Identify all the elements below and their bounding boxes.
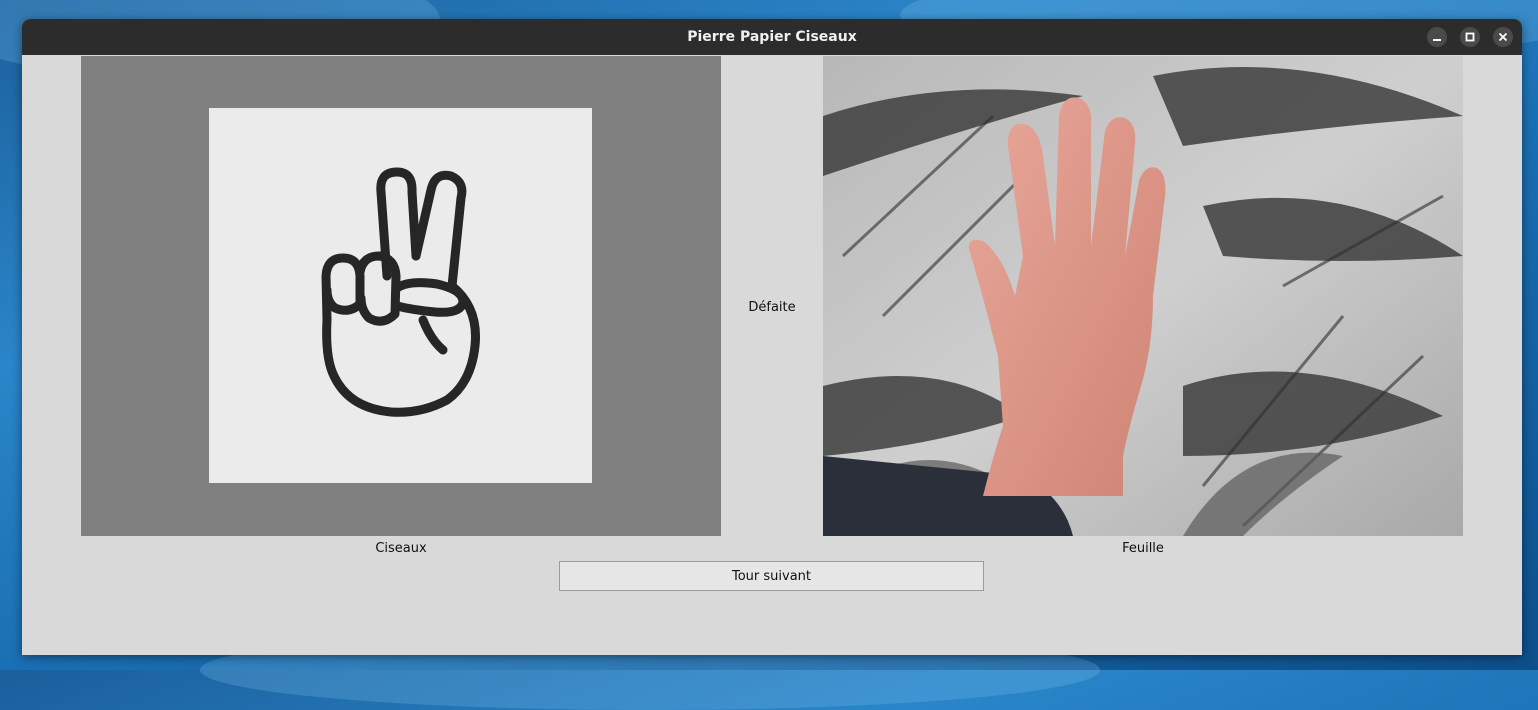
player-choice-label: Feuille [1122,541,1164,556]
close-button[interactable] [1493,27,1513,47]
minimize-button[interactable] [1427,27,1447,47]
next-round-button[interactable]: Tour suivant [559,561,984,591]
maximize-icon [1465,32,1475,42]
computer-choice-panel [81,56,721,536]
minimize-icon [1433,39,1441,41]
app-window: Pierre Papier Ciseaux Ciseaux Défaite Fe… [22,19,1522,655]
close-icon [1498,32,1508,42]
player-webcam-image [823,56,1463,536]
result-label: Défaite [748,300,796,315]
webcam-open-hand-photo [823,56,1463,536]
title-bar: Pierre Papier Ciseaux [22,19,1522,55]
scissors-hand-icon [321,167,481,417]
computer-choice-card [209,108,592,483]
computer-choice-label: Ciseaux [375,541,427,556]
maximize-button[interactable] [1460,27,1480,47]
window-title: Pierre Papier Ciseaux [687,29,857,45]
